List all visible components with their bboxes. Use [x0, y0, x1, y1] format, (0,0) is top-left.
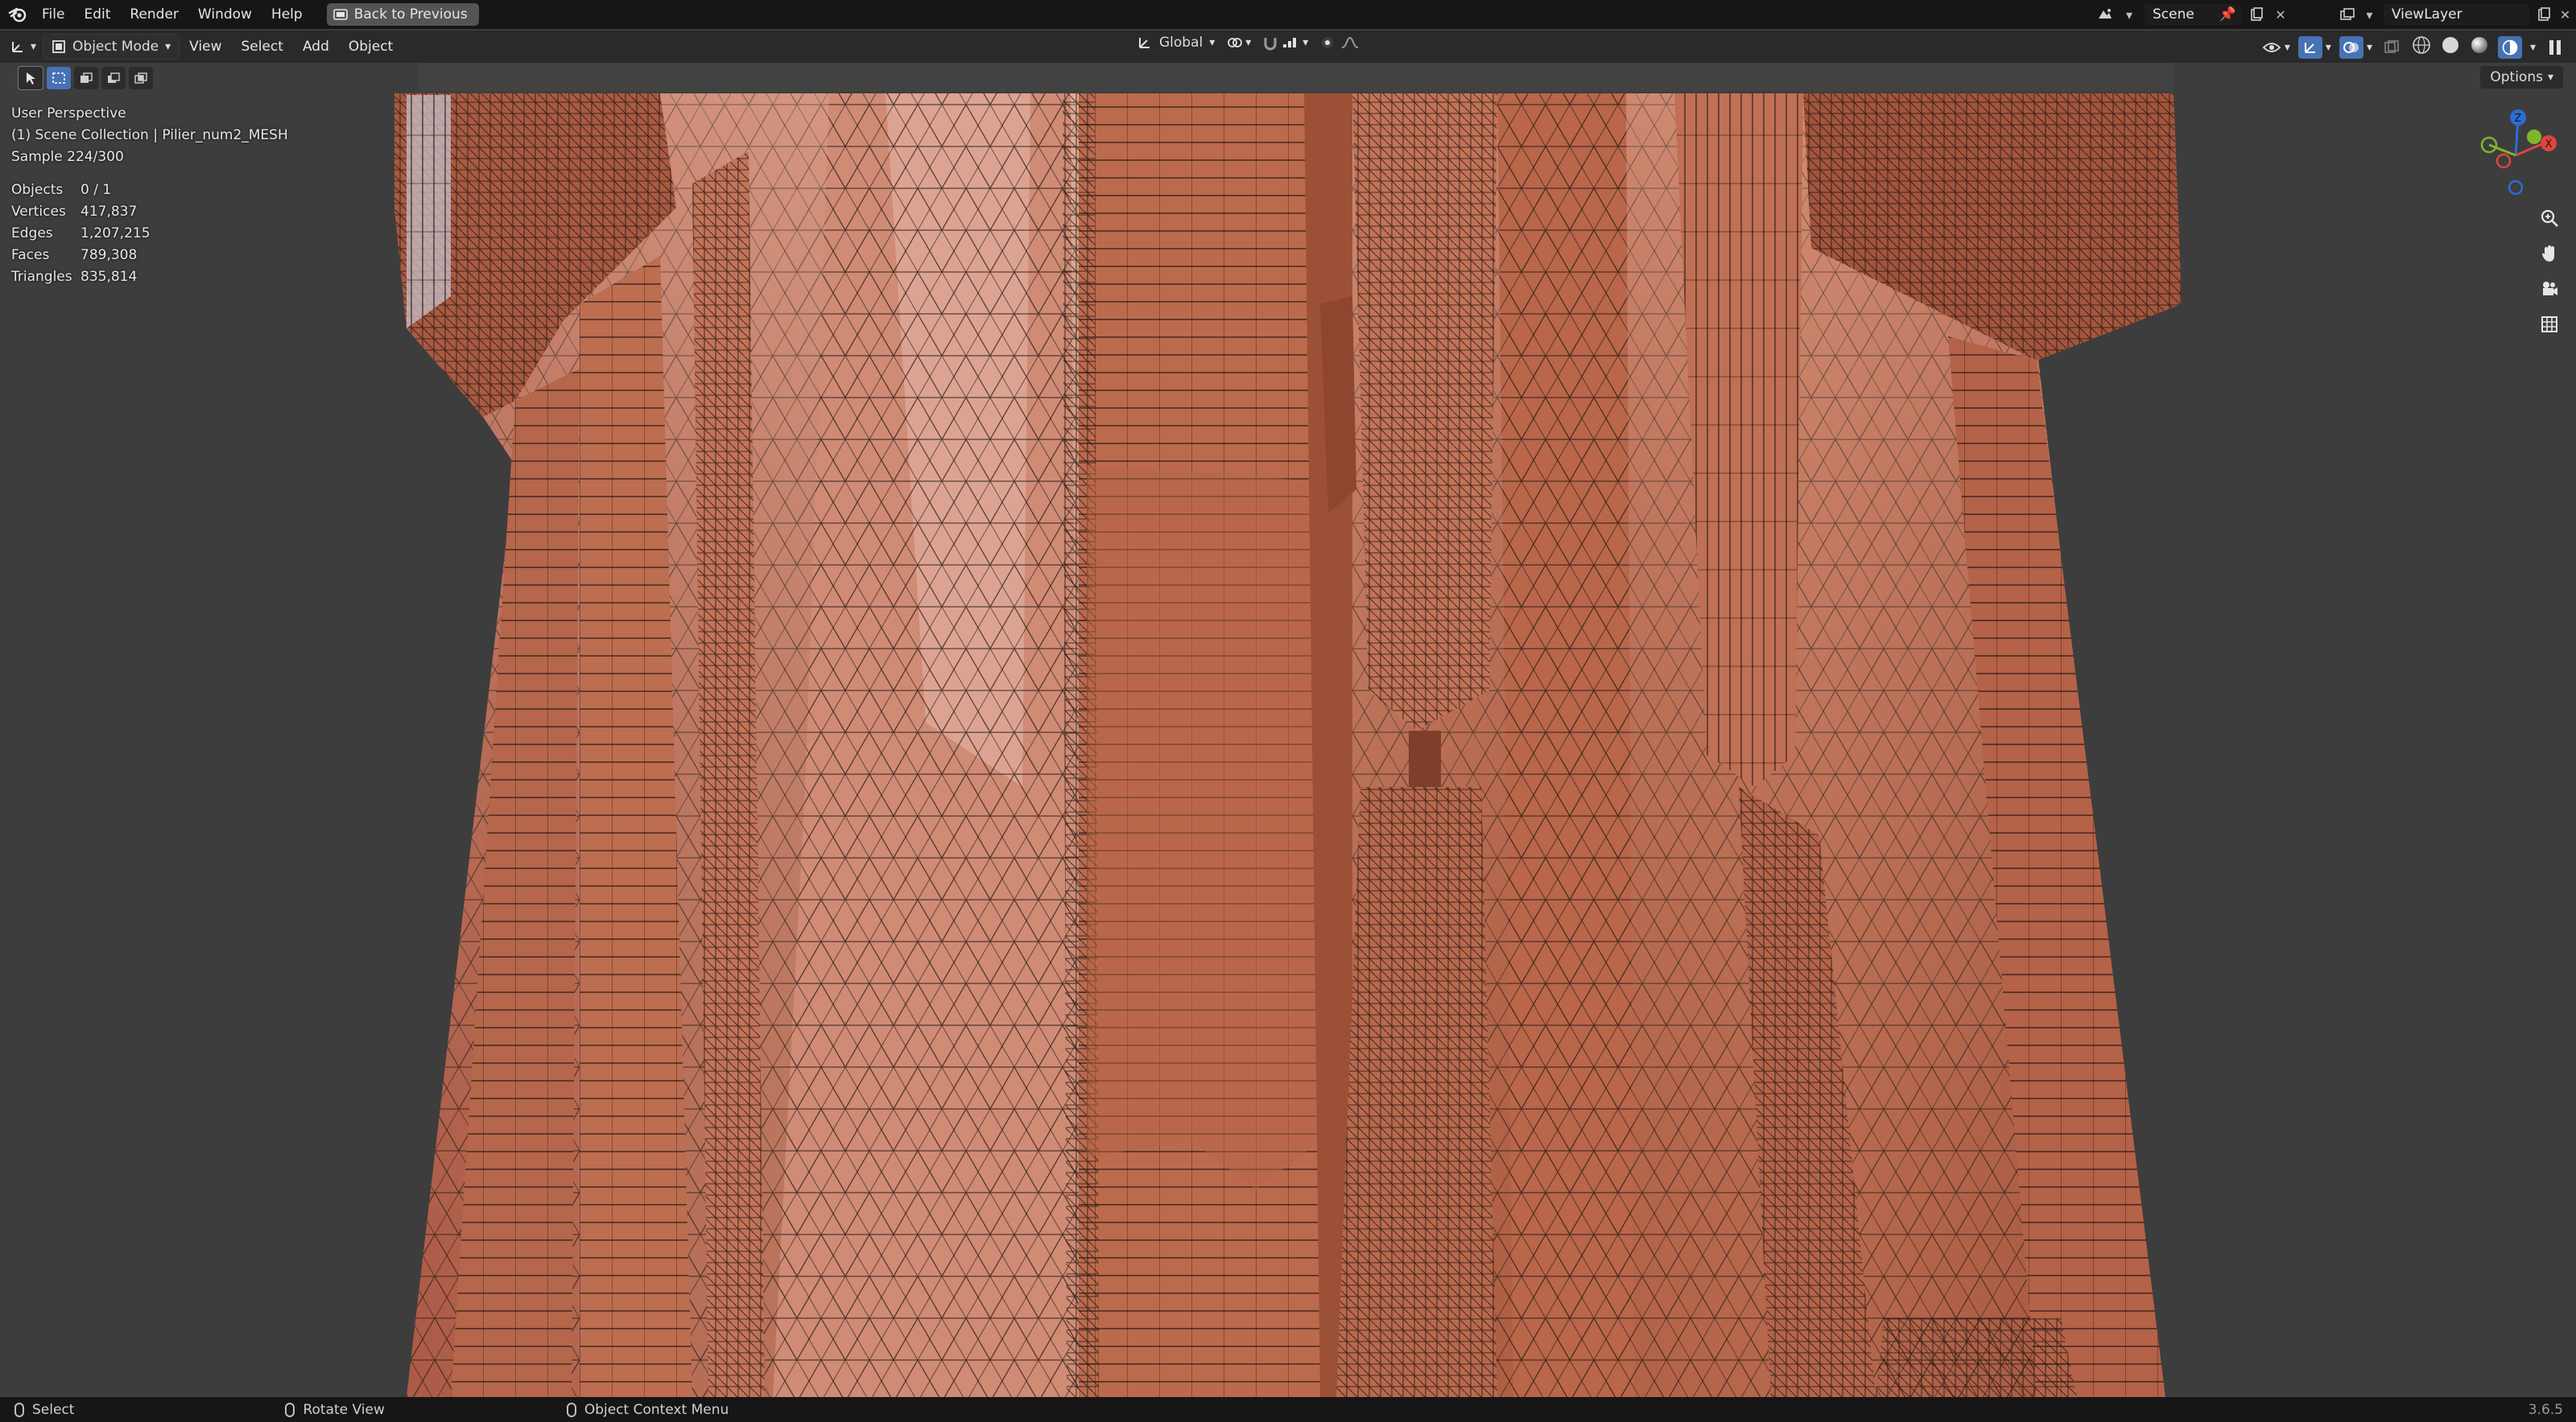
selection-tools	[18, 66, 153, 90]
pan-hand-icon[interactable]	[2534, 238, 2565, 269]
viewport-header: ▾ Object Mode ▾ View Select Add Object G…	[0, 31, 2576, 63]
status-rotate-label: Rotate View	[303, 1401, 385, 1418]
stat-row-faces: Faces 789,308	[11, 247, 138, 263]
stat-row-objects: Objects 0 / 1	[11, 182, 112, 198]
perspective-label: User Perspective	[11, 105, 126, 122]
chevron-down-icon: ▾	[165, 40, 171, 53]
menu-view[interactable]: View	[180, 39, 231, 55]
axes-icon	[12, 42, 23, 52]
view-layer-name: ViewLayer	[2391, 6, 2462, 23]
status-context-label: Object Context Menu	[584, 1401, 729, 1418]
perspective-toggle-icon[interactable]	[2534, 309, 2565, 340]
version-label: 3.6.5	[2528, 1402, 2563, 1418]
camera-view-icon[interactable]	[2534, 274, 2565, 304]
top-menu-bar: File Edit Render Window Help Back to Pre…	[0, 0, 2576, 29]
menu-file[interactable]: File	[32, 0, 74, 29]
z-neg-axis-icon[interactable]	[2508, 179, 2524, 196]
back-to-previous-label: Back to Previous	[353, 6, 468, 23]
stat-row-triangles: Triangles 835,814	[11, 269, 138, 285]
select-tool-icon[interactable]	[18, 66, 43, 90]
menu-help[interactable]: Help	[262, 0, 312, 29]
chevron-down-icon[interactable]: ▾	[2362, 6, 2377, 23]
x-neg-axis-icon[interactable]	[2496, 153, 2512, 169]
zoom-icon[interactable]	[2534, 203, 2565, 233]
transform-controls: Global ▾ ▾ ▾	[1137, 35, 1360, 51]
collection-label: (1) Scene Collection | Pilier_num2_MESH	[11, 127, 288, 143]
mouse-middle-icon	[285, 1402, 295, 1417]
select-box-new-icon[interactable]	[47, 67, 71, 89]
xray-toggle-icon[interactable]	[2380, 36, 2403, 59]
stat-row-edges: Edges 1,207,215	[11, 225, 151, 241]
chevron-down-icon: ▾	[2547, 71, 2553, 84]
stat-row-vertices: Vertices 417,837	[11, 204, 138, 220]
viewport-info-overlay: User Perspective (1) Scene Collection | …	[11, 103, 288, 288]
back-to-previous-button[interactable]: Back to Previous	[326, 3, 479, 26]
menu-add[interactable]: Add	[293, 39, 339, 55]
scene-name-field[interactable]: Scene 📌	[2145, 4, 2241, 25]
object-mode-label: Object Mode	[72, 39, 159, 55]
orientation-icon	[1139, 38, 1150, 48]
new-view-layer-icon[interactable]	[2536, 6, 2551, 23]
wireframe-shading-icon[interactable]	[2411, 35, 2432, 60]
material-shading-icon[interactable]	[2469, 35, 2490, 60]
editor-type-button[interactable]: ▾	[10, 39, 36, 55]
new-scene-icon[interactable]	[2248, 6, 2265, 23]
status-bar: Select Rotate View Object Context Menu 3…	[0, 1397, 2576, 1422]
status-rotate: Rotate View	[285, 1401, 385, 1418]
pin-icon[interactable]: 📌	[2219, 6, 2236, 23]
delete-scene-icon[interactable]: ✕	[2272, 6, 2289, 23]
pivot-point-icon[interactable]: ▾	[1226, 35, 1251, 51]
chevron-down-icon: ▾	[31, 40, 37, 53]
view-layer-icon[interactable]	[2339, 6, 2355, 23]
menu-render[interactable]: Render	[120, 0, 188, 29]
menu-object[interactable]: Object	[339, 39, 402, 55]
select-box-extend-icon[interactable]	[74, 67, 98, 89]
gizmo-toggle-icon[interactable]: ▾	[2297, 35, 2331, 59]
scene-icon[interactable]	[2096, 6, 2114, 23]
blender-logo-icon[interactable]	[3, 0, 32, 29]
status-select: Select	[14, 1402, 74, 1418]
rendered-shading-icon[interactable]	[2497, 35, 2522, 59]
view-layer-name-field[interactable]: ViewLayer	[2383, 4, 2530, 25]
menu-select[interactable]: Select	[232, 39, 293, 55]
fullscreen-icon	[332, 9, 348, 20]
mouse-left-icon	[14, 1402, 24, 1417]
select-box-intersect-icon[interactable]	[129, 67, 153, 89]
shading-controls: ▾ ▾ ▾ ▾	[2262, 35, 2566, 60]
y-axis-icon[interactable]	[2527, 130, 2541, 144]
menu-edit[interactable]: Edit	[74, 0, 120, 29]
scene-name: Scene	[2153, 6, 2194, 23]
object-mode-select[interactable]: Object Mode ▾	[43, 34, 180, 60]
z-axis-label: Z	[2515, 113, 2522, 125]
options-dropdown[interactable]: Options ▾	[2480, 66, 2563, 89]
chevron-down-icon: ▾	[1209, 36, 1216, 49]
proportional-editing-icon[interactable]	[1319, 35, 1360, 51]
scene-selector: ▾ Scene 📌 ✕	[2096, 3, 2289, 26]
x-axis-label: X	[2545, 138, 2553, 150]
solid-shading-icon[interactable]	[2440, 35, 2461, 60]
viewport-3d[interactable]	[0, 63, 2576, 1397]
pause-render-icon[interactable]	[2544, 36, 2566, 59]
select-box-subtract-icon[interactable]	[101, 67, 126, 89]
orientation-label: Global	[1159, 35, 1203, 51]
status-context: Object Context Menu	[566, 1401, 729, 1418]
overlays-toggle-icon[interactable]: ▾	[2339, 35, 2372, 59]
visibility-icon[interactable]: ▾	[2262, 39, 2290, 56]
object-mode-icon	[52, 40, 65, 53]
status-select-label: Select	[32, 1401, 75, 1418]
navigation-gizmo[interactable]: X Z	[2471, 103, 2560, 200]
view-layer-selector: ▾ ViewLayer ✕	[2339, 3, 2573, 26]
options-label: Options	[2490, 69, 2543, 85]
sample-label: Sample 224/300	[11, 149, 124, 165]
chevron-down-icon[interactable]: ▾	[2120, 6, 2138, 23]
snap-icon[interactable]: ▾	[1262, 35, 1308, 51]
delete-view-layer-icon[interactable]: ✕	[2557, 6, 2573, 23]
mouse-right-icon	[566, 1402, 576, 1417]
transform-orientation-select[interactable]: Global ▾	[1137, 35, 1215, 51]
menu-window[interactable]: Window	[188, 0, 262, 29]
chevron-down-icon[interactable]: ▾	[2530, 41, 2536, 54]
